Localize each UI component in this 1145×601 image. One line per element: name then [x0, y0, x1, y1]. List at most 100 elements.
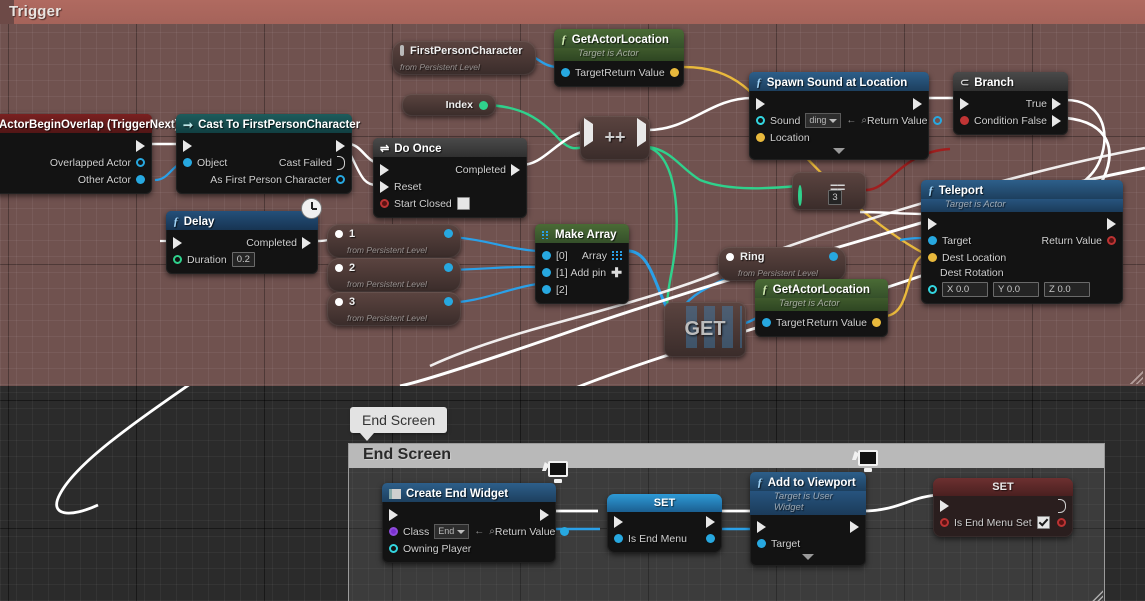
level-blueprint-graph-panel[interactable]: LEVEL BLUEPRINT End Screen End Screen: [0, 386, 1145, 601]
array-out-pin[interactable]: [612, 250, 622, 261]
comment-bubble-label[interactable]: End Screen: [350, 407, 448, 441]
exec-in-pin[interactable]: [928, 217, 937, 230]
node-branch[interactable]: ⊂ Branch True Condition False: [953, 72, 1068, 135]
return-value-pin[interactable]: [872, 318, 881, 327]
is-end-menu-set-checkbox[interactable]: [1036, 516, 1050, 529]
exec-in-pin[interactable]: [940, 499, 949, 512]
start-closed-checkbox[interactable]: [456, 197, 470, 210]
dest-rotation-pin[interactable]: [928, 284, 937, 294]
var-index[interactable]: Index: [402, 94, 496, 116]
reset-pin[interactable]: [380, 180, 389, 193]
sound-pin[interactable]: [756, 116, 765, 125]
var-first-person-character[interactable]: FirstPersonCharacter from Persistent Lev…: [392, 41, 536, 75]
start-closed-pin[interactable]: [380, 199, 389, 208]
node-increment[interactable]: ++: [580, 116, 650, 160]
duration-pin[interactable]: [173, 255, 182, 264]
expand-advanced-icon[interactable]: [833, 148, 845, 154]
is-end-menu-set-out-pin[interactable]: [1057, 518, 1066, 527]
comment-bubble-toggle-icon[interactable]: [852, 450, 878, 472]
array-item-1-pin[interactable]: [542, 268, 551, 277]
node-get-actor-location-ring[interactable]: ƒ GetActorLocation Target is Actor Targe…: [755, 279, 888, 337]
condition-pin[interactable]: [960, 116, 969, 125]
target-pin[interactable]: [561, 68, 570, 77]
true-exec-pin[interactable]: [1052, 97, 1061, 110]
exec-in-pin[interactable]: [183, 139, 192, 152]
exec-in-pin[interactable]: [756, 97, 765, 110]
false-exec-pin[interactable]: [1052, 114, 1061, 127]
output-pin[interactable]: [444, 297, 453, 306]
node-teleport[interactable]: ƒ Teleport Target is Actor Target Return…: [921, 180, 1123, 304]
is-end-menu-in-pin[interactable]: [614, 534, 623, 543]
compare-value-input[interactable]: 3: [828, 190, 842, 205]
owning-player-pin[interactable]: [389, 544, 398, 553]
is-end-menu-out-pin[interactable]: [706, 534, 715, 543]
output-pin[interactable]: [444, 229, 453, 238]
node-get-actor-location-top[interactable]: ƒ GetActorLocation Target is Actor Targe…: [554, 29, 684, 87]
is-end-menu-set-in-pin[interactable]: [940, 518, 949, 527]
output-pin[interactable]: [444, 263, 453, 272]
as-first-person-character-pin[interactable]: [336, 175, 345, 184]
target-pin[interactable]: [762, 318, 771, 327]
exec-in-pin[interactable]: [173, 236, 182, 249]
trigger-graph-panel[interactable]: Trigger ActorBeginOverlap (TriggerNext) …: [0, 0, 1145, 386]
exec-in-pin[interactable]: [960, 97, 969, 110]
node-set-is-end-menu-set[interactable]: SET Is End Menu Set: [933, 478, 1073, 537]
other-actor-pin[interactable]: [136, 175, 145, 184]
node-spawn-sound-at-location[interactable]: ƒ Spawn Sound at Location Sound ding ← ⌕: [749, 72, 942, 160]
var-ring[interactable]: Ring from Persistent Level: [718, 247, 846, 281]
comment-resize-grip[interactable]: [1090, 588, 1103, 601]
exec-out-pin[interactable]: [1058, 498, 1066, 513]
var-target-3[interactable]: 3 from Persistent Level: [327, 292, 461, 326]
dest-location-pin[interactable]: [928, 253, 937, 262]
return-value-pin[interactable]: [932, 116, 942, 125]
node-make-array[interactable]: Make Array [0] Array [1] Add pin ✚ [2]: [535, 224, 629, 304]
target-pin[interactable]: [928, 236, 937, 245]
node-get-array-item[interactable]: GET: [664, 302, 746, 357]
use-selected-icon[interactable]: ←: [474, 526, 484, 537]
completed-pin[interactable]: [511, 163, 520, 176]
exec-out-pin[interactable]: [540, 508, 549, 521]
return-value-pin[interactable]: [1107, 236, 1116, 245]
completed-pin[interactable]: [302, 236, 311, 249]
class-select[interactable]: End: [434, 524, 470, 539]
node-equal-compare[interactable]: == 3: [792, 172, 866, 210]
exec-out-pin[interactable]: [1107, 217, 1116, 230]
exec-in-pin[interactable]: [757, 520, 766, 533]
object-pin[interactable]: [183, 158, 192, 167]
exec-in-pin[interactable]: [380, 163, 389, 176]
output-pin[interactable]: [479, 100, 488, 110]
node-create-end-widget[interactable]: Create End Widget Class End ← ⌕ Return V…: [382, 461, 570, 563]
var-target-2[interactable]: 2 from Persistent Level: [327, 258, 461, 292]
node-cast-to-firstpersoncharacter[interactable]: ➞ Cast To FirstPersonCharacter Object Ca…: [176, 114, 360, 194]
cast-failed-pin[interactable]: [337, 155, 345, 170]
class-pin[interactable]: [389, 527, 398, 536]
node-set-is-end-menu[interactable]: SET Is End Menu: [607, 494, 722, 553]
output-pin[interactable]: [829, 252, 838, 261]
var-target-1[interactable]: 1 from Persistent Level: [327, 224, 461, 258]
add-pin-icon[interactable]: ✚: [611, 265, 622, 281]
rot-x-input[interactable]: X 0.0: [942, 281, 988, 297]
return-value-pin[interactable]: [669, 68, 679, 77]
exec-out-pin[interactable]: [913, 97, 922, 110]
sound-asset-select[interactable]: ding: [805, 113, 842, 128]
exec-in-pin[interactable]: [614, 515, 623, 528]
node-actor-begin-overlap[interactable]: ActorBeginOverlap (TriggerNext) Overlapp…: [0, 114, 188, 194]
overlapped-actor-pin[interactable]: [136, 158, 145, 167]
node-delay[interactable]: ƒ Delay Completed Duration 0.2: [166, 198, 322, 274]
comment-bubble-toggle-icon[interactable]: [542, 461, 568, 483]
array-item-0-pin[interactable]: [542, 251, 551, 260]
node-do-once[interactable]: ⇌ Do Once Completed Reset Start Closed: [373, 138, 527, 218]
duration-input[interactable]: 0.2: [231, 252, 255, 267]
location-pin[interactable]: [756, 133, 765, 142]
compare-b-pin[interactable]: [798, 185, 802, 206]
array-item-2-pin[interactable]: [542, 285, 551, 294]
exec-in-pin[interactable]: [389, 508, 398, 521]
rot-z-input[interactable]: Z 0.0: [1044, 281, 1090, 297]
comment-title[interactable]: End Screen: [349, 444, 1104, 468]
target-pin[interactable]: [757, 539, 766, 548]
node-add-to-viewport[interactable]: ƒ Add to Viewport Target is User Widget …: [750, 450, 878, 566]
exec-out-pin[interactable]: [706, 515, 715, 528]
return-value-pin[interactable]: [560, 527, 570, 536]
use-selected-icon[interactable]: ←: [846, 115, 856, 126]
rot-y-input[interactable]: Y 0.0: [993, 281, 1039, 297]
